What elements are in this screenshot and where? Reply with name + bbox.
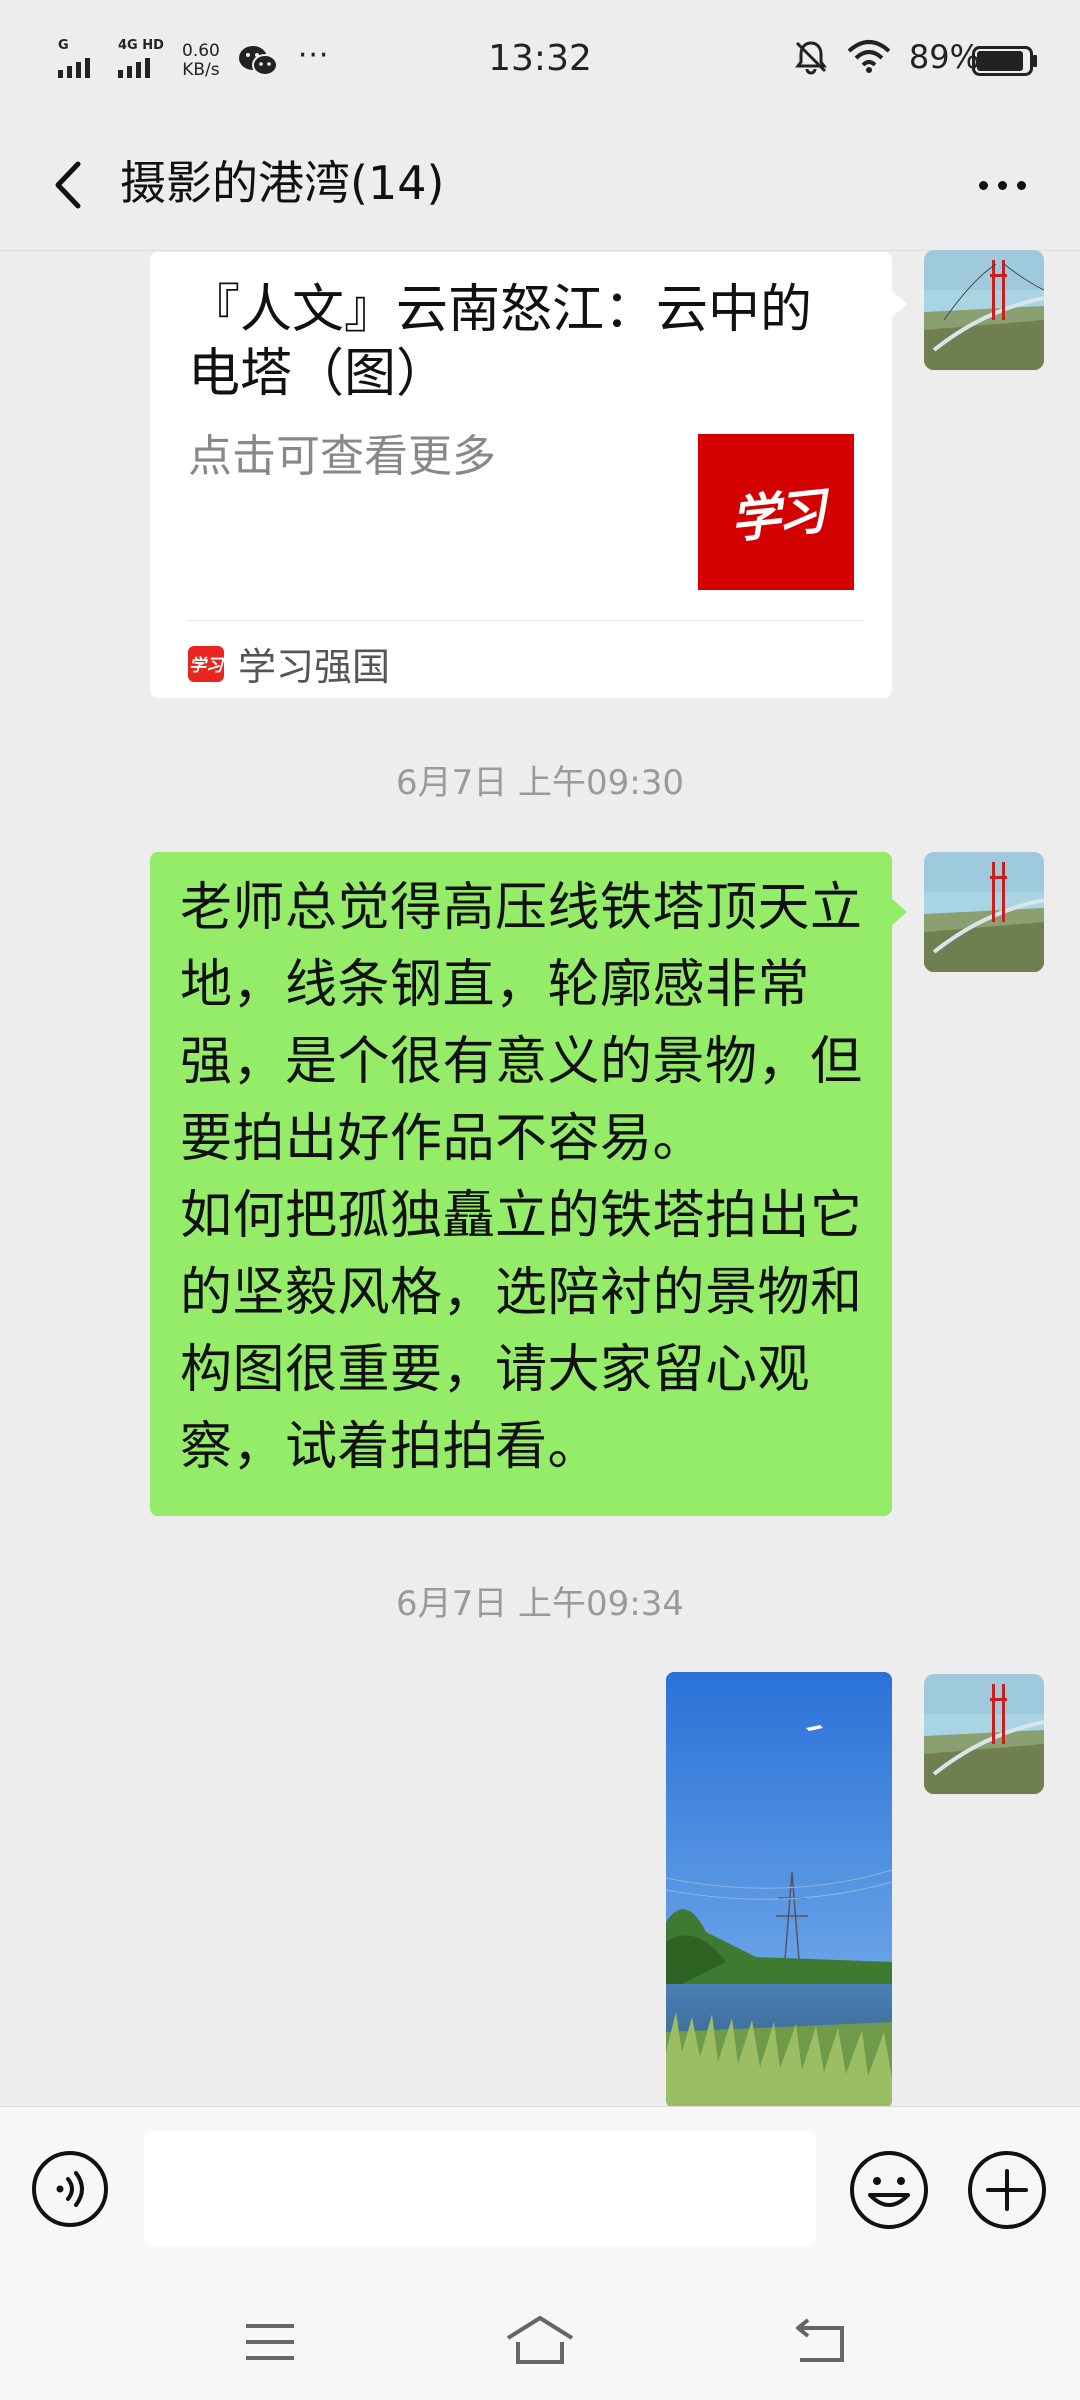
message-input[interactable] bbox=[144, 2131, 816, 2247]
back-button[interactable] bbox=[36, 150, 106, 220]
menu-icon bbox=[246, 2324, 294, 2360]
thumbnail-logo-text: 学习 bbox=[727, 481, 826, 550]
ellipsis-icon bbox=[978, 180, 988, 190]
photo-message[interactable] bbox=[666, 1672, 892, 2108]
battery-percent: 89% bbox=[908, 38, 980, 76]
mute-bell-icon bbox=[794, 41, 827, 75]
back-arrow-icon bbox=[796, 2318, 844, 2362]
voice-icon bbox=[32, 2151, 108, 2227]
avatar-bridge-image bbox=[924, 852, 1044, 972]
home-button[interactable] bbox=[490, 2312, 590, 2372]
chevron-left-icon bbox=[55, 161, 81, 209]
text-message-bubble[interactable]: 老师总觉得高压线铁塔顶天立地，线条钢直，轮廓感非常强，是个很有意义的景物，但要拍… bbox=[150, 852, 892, 1516]
card-divider bbox=[188, 620, 864, 621]
avatar-bridge-image bbox=[924, 1674, 1044, 1794]
smiley-icon bbox=[850, 2151, 928, 2229]
back-nav-button[interactable] bbox=[770, 2312, 870, 2372]
timestamp: 6月7日 上午09:34 bbox=[395, 1584, 685, 1624]
more-button[interactable] bbox=[952, 150, 1052, 220]
photo-tower-landscape bbox=[666, 1672, 892, 2108]
chat-title: 摄影的港湾(14) bbox=[120, 156, 445, 210]
card-description: 点击可查看更多 bbox=[188, 431, 496, 482]
battery-icon bbox=[972, 46, 1037, 76]
voice-button[interactable] bbox=[30, 2149, 110, 2229]
card-source: 学习 学习强国 bbox=[188, 636, 390, 691]
menu-button[interactable] bbox=[220, 2312, 320, 2372]
system-navigation-bar bbox=[0, 2282, 1080, 2400]
avatar-bridge-image bbox=[924, 250, 1044, 370]
more-functions-button[interactable] bbox=[966, 2149, 1048, 2231]
chat-header: 摄影的港湾(14) bbox=[0, 120, 1080, 251]
shared-article-card[interactable]: 『人文』云南怒江：云中的电塔（图） 点击可查看更多 学习 学习 学习强国 bbox=[150, 252, 892, 698]
avatar[interactable] bbox=[924, 852, 1044, 972]
card-thumbnail: 学习 bbox=[698, 434, 854, 590]
chat-input-bar bbox=[0, 2106, 1080, 2283]
card-title: 『人文』云南怒江：云中的电塔（图） bbox=[188, 280, 813, 404]
timestamp: 6月7日 上午09:30 bbox=[395, 763, 685, 803]
plus-circle-icon bbox=[968, 2151, 1046, 2229]
avatar[interactable] bbox=[924, 250, 1044, 370]
source-logo-icon: 学习 bbox=[188, 645, 224, 682]
wifi-icon bbox=[847, 40, 891, 73]
bubble-tail bbox=[891, 898, 907, 926]
message-text: 老师总觉得高压线铁塔顶天立地，线条钢直，轮廓感非常强，是个很有意义的景物，但要拍… bbox=[180, 878, 863, 1477]
emoji-button[interactable] bbox=[848, 2149, 930, 2231]
avatar[interactable] bbox=[924, 1674, 1044, 1794]
home-icon bbox=[506, 2316, 574, 2364]
status-bar: G 4G HD 0.60 KB/s ··· 13:32 89% bbox=[0, 0, 1080, 120]
source-name: 学习强国 bbox=[238, 645, 391, 689]
bubble-tail bbox=[891, 290, 907, 318]
